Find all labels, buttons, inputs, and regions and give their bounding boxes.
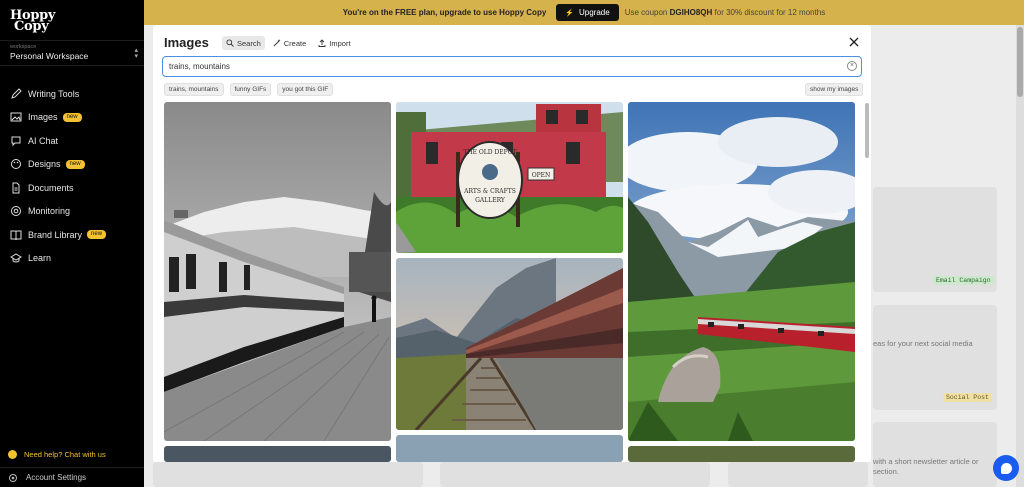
- hoppy-copy-logo[interactable]: Hoppy Copy: [10, 9, 55, 34]
- page-scrollbar[interactable]: [1016, 25, 1024, 487]
- chat-widget-button[interactable]: [993, 455, 1019, 481]
- sidebar-item-designs[interactable]: Designs new: [0, 153, 144, 177]
- tab-label: Import: [329, 38, 351, 48]
- sidebar-item-learn[interactable]: Learn: [0, 247, 144, 271]
- depot-sign-line-3: GALLERY: [475, 197, 506, 204]
- upgrade-button-label: Upgrade: [579, 8, 610, 17]
- tab-label: Create: [283, 38, 307, 48]
- coupon-suffix: for 30% discount for 12 months: [714, 8, 826, 17]
- background-card: [873, 422, 997, 487]
- sidebar: Hoppy Copy workspace Personal Workspace …: [0, 0, 144, 487]
- social-post-tag: Social Post: [943, 393, 992, 402]
- depot-sign-line-2: ARTS & CRAFTS: [463, 188, 516, 195]
- account-settings-label: Account Settings: [26, 473, 87, 482]
- sidebar-item-label: Documents: [28, 182, 74, 193]
- coupon-text: Use coupon DGIHO8QH for 30% discount for…: [625, 8, 826, 17]
- depot-sign-title: THE OLD DEPOT: [463, 149, 516, 156]
- new-badge: new: [62, 112, 82, 122]
- at-icon: [11, 206, 21, 217]
- tab-label: Search: [237, 38, 261, 48]
- logo-line-2: Copy: [14, 19, 49, 34]
- banner-text: You're on the FREE plan, upgrade to use …: [342, 8, 547, 17]
- background-card: [153, 462, 423, 487]
- email-campaign-tag: Email Campaign: [933, 276, 994, 285]
- sidebar-item-label: Designs: [28, 159, 61, 170]
- search-icon: [226, 39, 234, 47]
- background-card: [728, 462, 868, 487]
- sidebar-item-label: AI Chat: [28, 135, 59, 146]
- sidebar-item-label: Writing Tools: [28, 88, 80, 99]
- search-chip[interactable]: you got this GIF: [277, 83, 334, 96]
- help-chat-label: Need help? Chat with us: [24, 450, 106, 459]
- sidebar-item-images[interactable]: Images new: [0, 106, 144, 130]
- image-result-partial[interactable]: [164, 446, 391, 462]
- image-result-partial[interactable]: [396, 435, 623, 462]
- search-chip[interactable]: trains, mountains: [164, 83, 224, 96]
- help-chat-link[interactable]: Need help? Chat with us: [8, 450, 106, 459]
- workspace-label: workspace: [10, 44, 37, 50]
- sidebar-item-label: Brand Library: [28, 229, 83, 240]
- open-sign: OPEN: [532, 172, 551, 179]
- book-icon: [10, 230, 22, 240]
- image-icon: [10, 112, 22, 122]
- tab-import[interactable]: Import: [314, 36, 354, 50]
- image-result-partial[interactable]: [628, 446, 855, 462]
- image-result-alpine-red-train[interactable]: [628, 102, 855, 441]
- image-result-motion-blur-train[interactable]: [396, 258, 623, 430]
- search-chip[interactable]: funny GIFs: [229, 83, 272, 96]
- background-card: [440, 462, 710, 487]
- image-search-field[interactable]: ×: [162, 56, 862, 77]
- image-result-red-caboose[interactable]: THE OLD DEPOT ARTS & CRAFTS GALLERY OPEN: [396, 102, 623, 253]
- background-text: section.: [873, 467, 899, 476]
- modal-scrollbar-thumb[interactable]: [865, 103, 869, 158]
- sidebar-item-documents[interactable]: Documents: [0, 176, 144, 200]
- sidebar-item-label: Learn: [28, 253, 52, 264]
- show-my-images-button[interactable]: show my images: [805, 83, 864, 96]
- account-settings-link[interactable]: Account Settings: [0, 467, 144, 487]
- upload-icon: [318, 39, 326, 47]
- sidebar-item-writing-tools[interactable]: Writing Tools: [0, 82, 144, 106]
- image-result-black-and-white-train[interactable]: [164, 102, 391, 441]
- clear-search-icon[interactable]: ×: [847, 61, 857, 71]
- new-badge: new: [87, 230, 107, 240]
- palette-icon: [11, 159, 21, 170]
- close-icon[interactable]: [847, 35, 861, 49]
- modal-title: Images: [164, 35, 209, 50]
- wand-icon: [273, 39, 281, 47]
- pen-icon: [11, 88, 22, 99]
- chat-bubble-icon: [1000, 462, 1012, 474]
- sidebar-item-ai-chat[interactable]: AI Chat: [0, 129, 144, 153]
- lightning-icon: ⚡: [565, 9, 574, 17]
- sidebar-item-label: Images: [28, 112, 58, 123]
- tab-search[interactable]: Search: [222, 36, 265, 50]
- tab-create[interactable]: Create: [269, 36, 311, 50]
- modal-tabs: Search Create Import: [222, 36, 359, 50]
- document-icon: [12, 182, 20, 194]
- upgrade-button[interactable]: ⚡ Upgrade: [556, 4, 619, 21]
- new-badge: new: [65, 159, 85, 169]
- page-scrollbar-thumb[interactable]: [1017, 27, 1023, 97]
- help-chat-icon: [8, 450, 17, 459]
- coupon-prefix: Use coupon: [624, 8, 668, 17]
- chevron-updown-icon: ▴ ▾: [134, 47, 138, 60]
- chat-icon: [11, 136, 21, 146]
- images-modal: Images Search Create Import × trains, mo…: [153, 25, 871, 462]
- workspace-selector[interactable]: workspace Personal Workspace ▴ ▾: [0, 40, 144, 66]
- recent-searches: trains, mountains funny GIFs you got thi…: [164, 83, 339, 96]
- coupon-code: DGIHO8QH: [669, 8, 713, 17]
- background-text: eas for your next social media: [873, 339, 973, 348]
- image-search-input[interactable]: [169, 62, 819, 71]
- sidebar-item-label: Monitoring: [28, 206, 71, 217]
- sidebar-item-monitoring[interactable]: Monitoring: [0, 200, 144, 224]
- upgrade-banner: You're on the FREE plan, upgrade to use …: [144, 0, 1024, 25]
- workspace-name: Personal Workspace: [10, 51, 89, 61]
- sidebar-nav: Writing Tools Images new AI Chat Designs…: [0, 82, 144, 270]
- sidebar-item-brand-library[interactable]: Brand Library new: [0, 223, 144, 247]
- modal-scrollbar[interactable]: [865, 101, 870, 462]
- gear-icon: [9, 473, 17, 482]
- graduation-cap-icon: [10, 253, 22, 263]
